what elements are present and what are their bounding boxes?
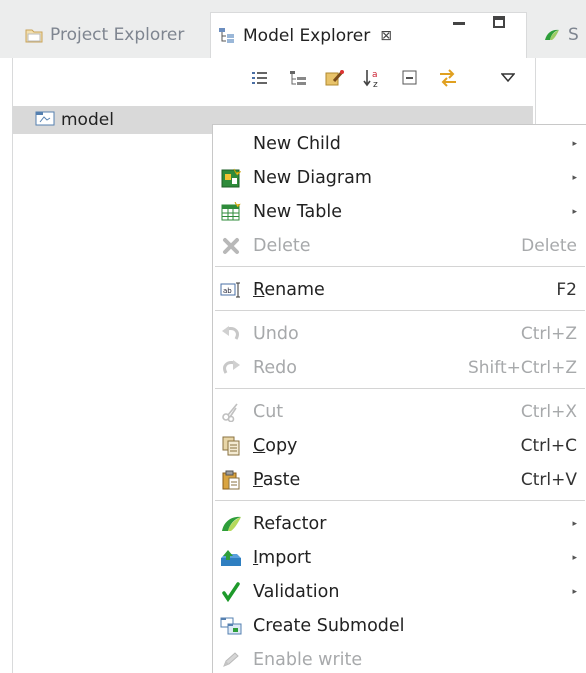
menu-item-create-submodel[interactable]: Create Submodel — [213, 609, 586, 643]
validation-icon — [220, 582, 242, 602]
menu-item-shortcut: Ctrl+Z — [520, 324, 577, 344]
menu-item-label: Copy — [253, 436, 298, 456]
tab-project-explorer[interactable]: Project Explorer — [18, 12, 210, 58]
menu-item-label: New Child — [253, 134, 341, 154]
close-tab-icon[interactable]: ⊠ — [380, 28, 392, 44]
menu-item-enable-write: Enable write — [213, 643, 586, 673]
tree-item-model-label: model — [61, 110, 114, 130]
refactor-icon — [220, 514, 242, 534]
menu-item-undo: Undo Ctrl+Z — [213, 317, 586, 351]
model-package-icon — [35, 110, 55, 131]
rename-icon: ab — [220, 280, 242, 300]
submenu-arrow-icon: ▸ — [572, 519, 577, 529]
import-icon — [220, 548, 242, 568]
tab-model-explorer-label: Model Explorer — [243, 25, 371, 46]
menu-item-shortcut: Ctrl+V — [520, 470, 577, 490]
enable-write-icon — [220, 650, 242, 670]
menu-separator — [215, 500, 585, 501]
submenu-arrow-icon: ▸ — [572, 207, 577, 217]
view-tab-bar: Project Explorer Model Explorer ⊠ S — [0, 0, 586, 58]
tree-view-icon[interactable] — [288, 68, 308, 88]
menu-item-shortcut: Ctrl+C — [520, 436, 577, 456]
model-explorer-icon — [217, 26, 237, 46]
menu-item-label: Refactor — [253, 514, 327, 534]
customize-icon[interactable] — [325, 68, 345, 88]
menu-item-label: Delete — [253, 236, 311, 256]
link-with-editor-icon[interactable] — [438, 68, 458, 88]
menu-item-refactor[interactable]: Refactor ▸ — [213, 507, 586, 541]
svg-text:ab: ab — [223, 287, 232, 295]
tab-other-view-label: S — [568, 25, 579, 45]
menu-item-shortcut: Shift+Ctrl+Z — [467, 358, 577, 378]
menu-item-delete: Delete Delete — [213, 229, 586, 263]
menu-item-new-diagram[interactable]: New Diagram ▸ — [213, 161, 586, 195]
menu-item-copy[interactable]: Copy Ctrl+C — [213, 429, 586, 463]
paste-icon — [220, 470, 242, 490]
menu-item-import[interactable]: Import ▸ — [213, 541, 586, 575]
context-menu: New Child ▸ New Diagram ▸ New Table ▸ De… — [212, 124, 586, 673]
menu-item-shortcut: F2 — [556, 280, 577, 300]
menu-item-label: Paste — [253, 470, 301, 490]
menu-item-label: Create Submodel — [253, 616, 405, 636]
menu-separator — [215, 310, 585, 311]
submenu-arrow-icon: ▸ — [572, 587, 577, 597]
menu-item-shortcut: Delete — [521, 236, 577, 256]
menu-item-cut: Cut Ctrl+X — [213, 395, 586, 429]
menu-item-label: New Diagram — [253, 168, 372, 188]
tab-other-view[interactable]: S — [536, 12, 586, 58]
redo-icon — [220, 358, 242, 378]
menu-item-label: Enable write — [253, 650, 363, 670]
menu-item-label: Undo — [253, 324, 299, 344]
cut-icon — [220, 402, 242, 422]
project-explorer-icon — [24, 25, 44, 45]
create-submodel-icon — [220, 616, 242, 636]
list-view-icon[interactable] — [250, 68, 270, 88]
maximize-icon[interactable] — [493, 16, 505, 28]
new-table-icon — [220, 202, 242, 222]
menu-item-validation[interactable]: Validation ▸ — [213, 575, 586, 609]
tab-project-explorer-label: Project Explorer — [50, 25, 185, 45]
menu-item-new-table[interactable]: New Table ▸ — [213, 195, 586, 229]
sort-alphabetically-icon[interactable]: az — [363, 68, 383, 88]
menu-item-label: Redo — [253, 358, 297, 378]
menu-separator — [215, 388, 585, 389]
menu-item-label: Cut — [253, 402, 284, 422]
svg-text:a: a — [372, 70, 378, 80]
new-diagram-icon — [220, 168, 242, 188]
submenu-arrow-icon: ▸ — [572, 173, 577, 183]
submenu-arrow-icon: ▸ — [572, 553, 577, 563]
collapse-all-icon[interactable] — [400, 68, 420, 88]
menu-item-redo: Redo Shift+Ctrl+Z — [213, 351, 586, 385]
menu-item-shortcut: Ctrl+X — [520, 402, 577, 422]
menu-item-new-child[interactable]: New Child ▸ — [213, 127, 586, 161]
menu-item-label: New Table — [253, 202, 342, 222]
menu-item-rename[interactable]: ab Rename F2 — [213, 273, 586, 307]
menu-item-paste[interactable]: Paste Ctrl+V — [213, 463, 586, 497]
menu-item-label: Validation — [253, 582, 340, 602]
view-menu-icon[interactable] — [498, 68, 518, 88]
tab-model-explorer[interactable]: Model Explorer ⊠ — [210, 12, 527, 58]
svg-text:z: z — [373, 80, 378, 88]
menu-item-label: Rename — [253, 280, 325, 300]
copy-icon — [220, 436, 242, 456]
delete-icon — [220, 236, 242, 256]
submenu-arrow-icon: ▸ — [572, 139, 577, 149]
view-toolbar: az — [12, 58, 536, 98]
undo-icon — [220, 324, 242, 344]
other-view-icon — [542, 25, 562, 45]
minimize-icon[interactable] — [453, 22, 465, 25]
menu-separator — [215, 266, 585, 267]
menu-item-label: Import — [253, 548, 312, 568]
